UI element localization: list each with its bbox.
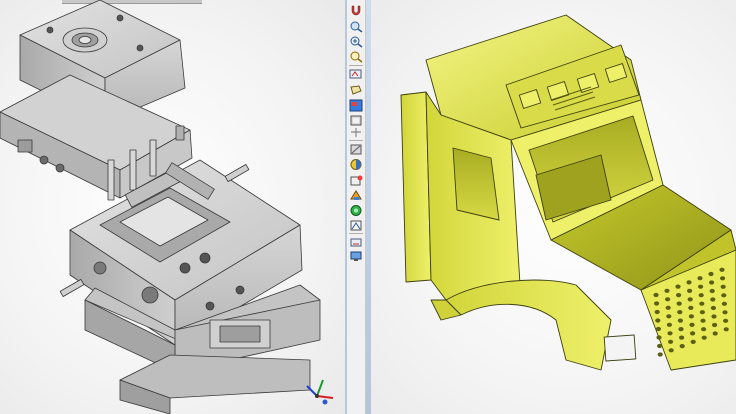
grille-hole [657,352,663,357]
grille-hole [719,267,725,272]
grille-hole [720,276,726,281]
grille-hole [689,322,695,327]
grille-hole [668,339,674,344]
grille-hole [698,284,704,289]
appearance-icon[interactable] [349,158,363,171]
sketch-icon[interactable] [349,99,363,112]
grille-hole [688,314,694,319]
grille-hole [699,301,705,306]
grille-hole [666,322,672,327]
grille-hole [654,301,660,306]
grille-hole [657,343,663,349]
truck-cab-graphic [400,14,736,371]
grille-hole [665,305,671,310]
grille-hole [712,322,718,328]
grille-hole [701,335,707,340]
grille-hole [712,331,718,336]
view-toolbar [347,0,366,414]
grille-hole [676,301,682,306]
grille-hole [710,297,716,302]
toolbar-separator [349,140,363,141]
grille-hole [677,318,683,323]
grille-hole [667,331,673,336]
grille-hole [653,292,659,298]
grille-hole [679,335,685,340]
grille-hole [665,297,671,302]
zoom-previous-icon[interactable] [349,68,363,81]
toolbar-separator [349,65,363,66]
view-orientation-icon[interactable] [349,84,363,97]
grille-hole [668,348,674,353]
grille-hole [700,318,706,323]
grille-hole [709,288,715,294]
lighting-icon[interactable] [349,204,363,217]
grille-hole [688,305,694,310]
viewport-mold-assembly[interactable] [0,0,345,414]
grille-hole [690,331,696,336]
grille-hole [687,297,693,302]
grille-hole [679,344,685,349]
grille-hole [678,327,684,332]
grille-hole [711,314,717,319]
zoom-in-icon[interactable] [349,35,363,48]
grille-hole [655,318,661,323]
grille-hole [720,284,726,289]
grille-hole [655,326,661,332]
grille-hole [656,335,662,340]
render-icon[interactable] [349,236,363,249]
grille-hole [721,301,727,306]
grille-hole [723,318,729,323]
grille-hole [686,280,692,285]
grille-hole [723,327,729,332]
grille-hole [699,310,705,315]
grille-hole [708,271,714,277]
grille-hole [687,288,693,293]
zoom-fit-icon[interactable] [349,20,363,33]
view-settings-icon[interactable] [349,189,363,202]
grille-hole [654,309,660,315]
grille-hole [666,314,672,319]
grille-hole [709,280,715,285]
grille-hole [722,310,728,315]
camera-icon[interactable] [349,219,363,232]
coordinate-triad-icon [306,379,334,405]
viewport-truck-cab[interactable] [371,0,736,414]
grille-hole [697,276,703,281]
zoom-window-icon[interactable] [349,50,363,63]
grille-hole [675,284,681,289]
grille-hole [701,327,707,332]
magnet-icon[interactable] [349,4,363,17]
grille-hole [721,293,727,298]
grille-hole [677,310,683,315]
scene-icon[interactable] [349,174,363,187]
grille-hole [664,288,670,293]
grille-hole [710,305,716,311]
toolbar-separator [349,233,363,234]
grille-hole [676,293,682,298]
grille-hole [690,339,696,344]
section-view-icon[interactable] [349,126,363,139]
grille-hole [698,293,704,298]
hide-show-icon[interactable] [349,143,363,156]
monitor-icon[interactable] [349,250,363,263]
mold-assembly-graphic [0,0,321,414]
